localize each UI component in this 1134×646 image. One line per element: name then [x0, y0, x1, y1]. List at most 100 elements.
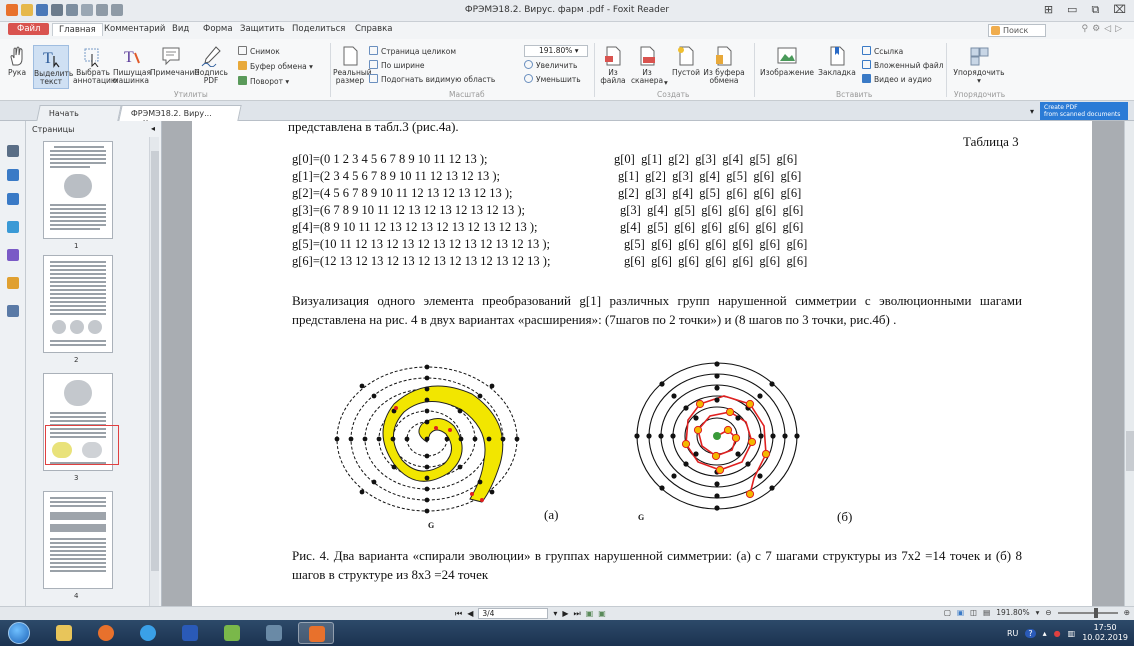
figure-b-g-label: G — [638, 513, 645, 522]
taskbar-ie[interactable] — [130, 622, 166, 644]
document-vertical-scrollbar[interactable] — [1124, 121, 1134, 606]
signature-icon[interactable] — [7, 305, 19, 317]
actual-size-button[interactable]: Реальный размер — [333, 45, 372, 85]
promo-banner[interactable]: Create PDF from scanned documents — [1040, 102, 1128, 120]
search-input[interactable]: Поиск — [988, 24, 1046, 37]
pages-panel-icon[interactable] — [7, 145, 19, 157]
layers-icon[interactable] — [7, 169, 19, 181]
tab-view[interactable]: Вид — [172, 24, 189, 34]
single-page-icon[interactable]: ▢ — [944, 608, 951, 617]
zoom-select[interactable]: 191.80% ▾ — [524, 45, 588, 57]
taskbar-app[interactable] — [214, 622, 250, 644]
tab-document[interactable]: ФРЭМЭ18.2. Виру...x — [118, 105, 242, 127]
language-indicator[interactable]: RU — [1007, 629, 1018, 638]
zoom-out-status-icon[interactable]: ⊖ — [1045, 608, 1051, 617]
typewriter-button[interactable]: T Пишущая машинка — [113, 45, 151, 85]
restore-button[interactable]: ⧉ — [1091, 3, 1099, 17]
page-view-alt-icon[interactable]: ▣ — [598, 609, 606, 618]
attachments-icon[interactable] — [7, 249, 19, 261]
antivirus-icon[interactable]: ● — [1054, 629, 1061, 638]
tab-protect[interactable]: Защитить — [240, 24, 285, 34]
start-button[interactable] — [8, 622, 30, 644]
help-icon[interactable]: ? — [1025, 628, 1036, 638]
link-button[interactable]: Ссылка — [862, 46, 903, 56]
fit-visible-button[interactable]: Подогнать видимую область — [369, 74, 495, 84]
taskbar-viewer[interactable] — [256, 622, 292, 644]
bookmarks-icon[interactable] — [7, 221, 19, 233]
continuous-page-icon[interactable]: ▣ — [957, 608, 964, 617]
zoom-slider[interactable] — [1057, 607, 1118, 618]
collapse-panel-icon[interactable]: ◂ — [151, 124, 155, 133]
page-thumbnail-4[interactable] — [43, 491, 113, 589]
hand-tool-button[interactable]: Рука — [4, 45, 30, 77]
taskbar-firefox[interactable] — [88, 622, 124, 644]
taskbar-explorer[interactable] — [46, 622, 82, 644]
select-text-button[interactable]: T Выделить текст — [33, 45, 73, 89]
blank-button[interactable]: Пустой — [671, 45, 701, 77]
visible-area-indicator[interactable] — [45, 425, 119, 465]
zoom-in-button[interactable]: Увеличить — [524, 60, 577, 70]
next-page-icon[interactable]: ▶ — [562, 609, 568, 618]
snapshot-button[interactable]: Снимок — [238, 46, 280, 56]
prev-page-icon[interactable]: ◀ — [467, 609, 473, 618]
insert-image-button[interactable]: Изображение — [757, 45, 817, 77]
attachment-button[interactable]: Вложенный файл — [862, 60, 944, 70]
clipboard-button[interactable]: Буфер обмена ▾ — [238, 61, 313, 71]
ribbon-options-icon[interactable]: ⊞ — [1044, 3, 1053, 17]
first-page-icon[interactable]: ⏮ — [455, 609, 462, 619]
tab-form[interactable]: Форма — [203, 24, 233, 34]
minimize-button[interactable]: ▭ — [1067, 3, 1077, 17]
zoom-out-button[interactable]: Уменьшить — [524, 74, 581, 84]
page-view-icon[interactable]: ▣ — [586, 609, 594, 618]
panel-scroll-thumb[interactable] — [151, 151, 159, 571]
page-number-input[interactable]: 3/4 — [478, 608, 549, 619]
search-options-icon[interactable]: ⚲⚙◁▷ — [1081, 24, 1126, 34]
word-icon — [182, 625, 198, 641]
panel-scrollbar[interactable] — [149, 137, 159, 607]
select-annotation-button[interactable]: Выбрать аннотацию — [73, 45, 117, 85]
facing-page-icon[interactable]: ◫ — [970, 608, 977, 617]
page-thumbnail-1[interactable] — [43, 141, 113, 239]
explorer-icon — [56, 625, 72, 641]
rotate-button[interactable]: Поворот ▾ — [238, 76, 289, 86]
security-lock-icon[interactable] — [7, 277, 19, 289]
tabs-dropdown-icon[interactable]: ▾ — [1030, 107, 1034, 116]
tab-help[interactable]: Справка — [355, 24, 392, 34]
group-label-insert: Вставить — [836, 90, 873, 99]
from-file-button[interactable]: Из файла — [597, 45, 629, 85]
from-clipboard-button[interactable]: Из буфера обмена — [702, 45, 746, 85]
video-audio-button[interactable]: Видео и аудио — [862, 74, 932, 84]
taskbar-foxit[interactable] — [298, 622, 334, 644]
tab-file[interactable]: Файл — [8, 23, 50, 35]
fit-page-button[interactable]: Страница целиком — [369, 46, 456, 56]
zoom-menu-icon[interactable]: ▾ — [1036, 608, 1040, 617]
arrange-button[interactable]: Упорядочить ▾ — [950, 45, 1008, 85]
close-button[interactable]: ⌧ — [1113, 3, 1126, 17]
tab-share[interactable]: Поделиться — [292, 24, 345, 34]
from-scanner-button[interactable]: Из сканера ▾ — [628, 45, 668, 87]
zoom-in-status-icon[interactable]: ⊕ — [1124, 608, 1130, 617]
continuous-facing-icon[interactable]: ▤ — [983, 608, 990, 617]
taskbar-word[interactable] — [172, 622, 208, 644]
zoom-slider-handle[interactable] — [1093, 607, 1098, 618]
fit-width-button[interactable]: По ширине — [369, 60, 425, 70]
sign-pdf-button[interactable]: Подпись PDF — [194, 45, 228, 85]
tray-arrow-icon[interactable]: ▴ — [1043, 629, 1047, 638]
document-scroll-thumb[interactable] — [1126, 431, 1134, 471]
tab-start[interactable]: Начать — [36, 105, 122, 121]
note-button[interactable]: Примечание — [150, 45, 199, 77]
last-page-icon[interactable]: ⏭ — [574, 609, 581, 619]
network-icon[interactable]: ▥ — [1068, 629, 1076, 638]
app-icon — [224, 625, 240, 641]
g-table-row: g[1] g[2] g[3] g[4] g[5] g[6] g[6] — [618, 169, 802, 183]
page-dropdown-icon[interactable]: ▾ — [553, 609, 557, 618]
page-thumbnail-2[interactable] — [43, 255, 113, 353]
bookmark-button[interactable]: Закладка — [817, 45, 857, 77]
tab-comment[interactable]: Комментарий — [104, 24, 165, 34]
document-view[interactable]: представлена в табл.3 (рис.4а). Таблица … — [162, 121, 1134, 606]
tab-home[interactable]: Главная — [52, 23, 103, 36]
page-navigator: ⏮ ◀ 3/4 ▾ ▶ ⏭ ▣ ▣ — [455, 608, 606, 619]
search-placeholder: Поиск — [1003, 26, 1029, 35]
system-clock[interactable]: 17:50 10.02.2019 — [1082, 623, 1128, 643]
comments-icon[interactable] — [7, 193, 19, 205]
